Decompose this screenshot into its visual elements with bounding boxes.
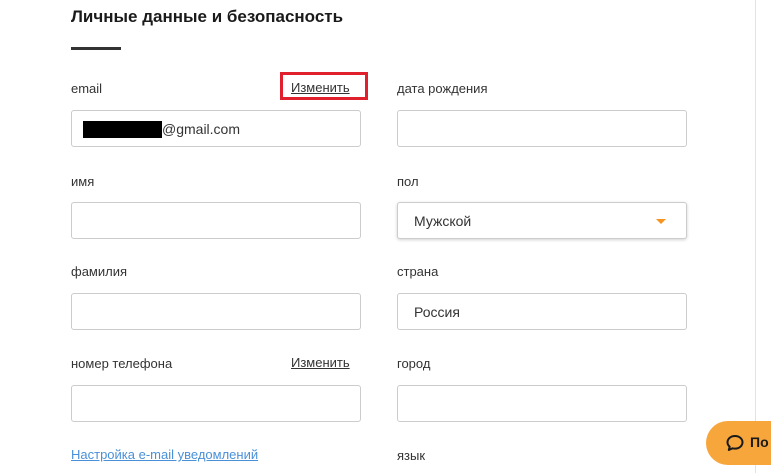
country-label: страна — [397, 264, 439, 279]
email-redaction — [83, 121, 162, 138]
email-domain: @gmail.com — [162, 121, 241, 137]
change-phone-link[interactable]: Изменить — [291, 355, 350, 370]
email-notifications-link[interactable]: Настройка e-mail уведомлений — [71, 447, 258, 462]
first-name-label: имя — [71, 174, 95, 189]
gender-label: пол — [397, 174, 419, 189]
section-title-underline — [71, 47, 121, 50]
last-name-field[interactable] — [71, 293, 361, 330]
phone-field[interactable] — [71, 385, 361, 422]
content-divider — [755, 0, 756, 473]
gender-selected-value: Мужской — [414, 213, 472, 229]
country-field[interactable]: Россия — [397, 293, 687, 330]
chat-button-label: По — [750, 434, 769, 450]
birth-date-label: дата рождения — [397, 81, 488, 96]
gender-select[interactable]: Мужской — [397, 202, 687, 239]
email-label: email — [71, 81, 103, 96]
highlight-annotation-box — [280, 72, 368, 100]
last-name-label: фамилия — [71, 264, 128, 279]
language-label: язык — [397, 448, 426, 463]
city-field[interactable] — [397, 385, 687, 422]
first-name-field[interactable] — [71, 202, 361, 239]
city-label: город — [397, 356, 431, 371]
chat-bubble-icon — [726, 435, 744, 451]
email-field[interactable]: @gmail.com — [71, 110, 361, 147]
country-value: Россия — [414, 304, 460, 320]
birth-date-field[interactable] — [397, 110, 687, 147]
phone-label: номер телефона — [71, 356, 173, 371]
chat-button[interactable]: По — [706, 421, 771, 465]
chevron-down-icon — [656, 219, 666, 224]
section-title: Личные данные и безопасность — [71, 7, 344, 26]
profile-page: Личные данные и безопасность email Измен… — [0, 0, 771, 473]
